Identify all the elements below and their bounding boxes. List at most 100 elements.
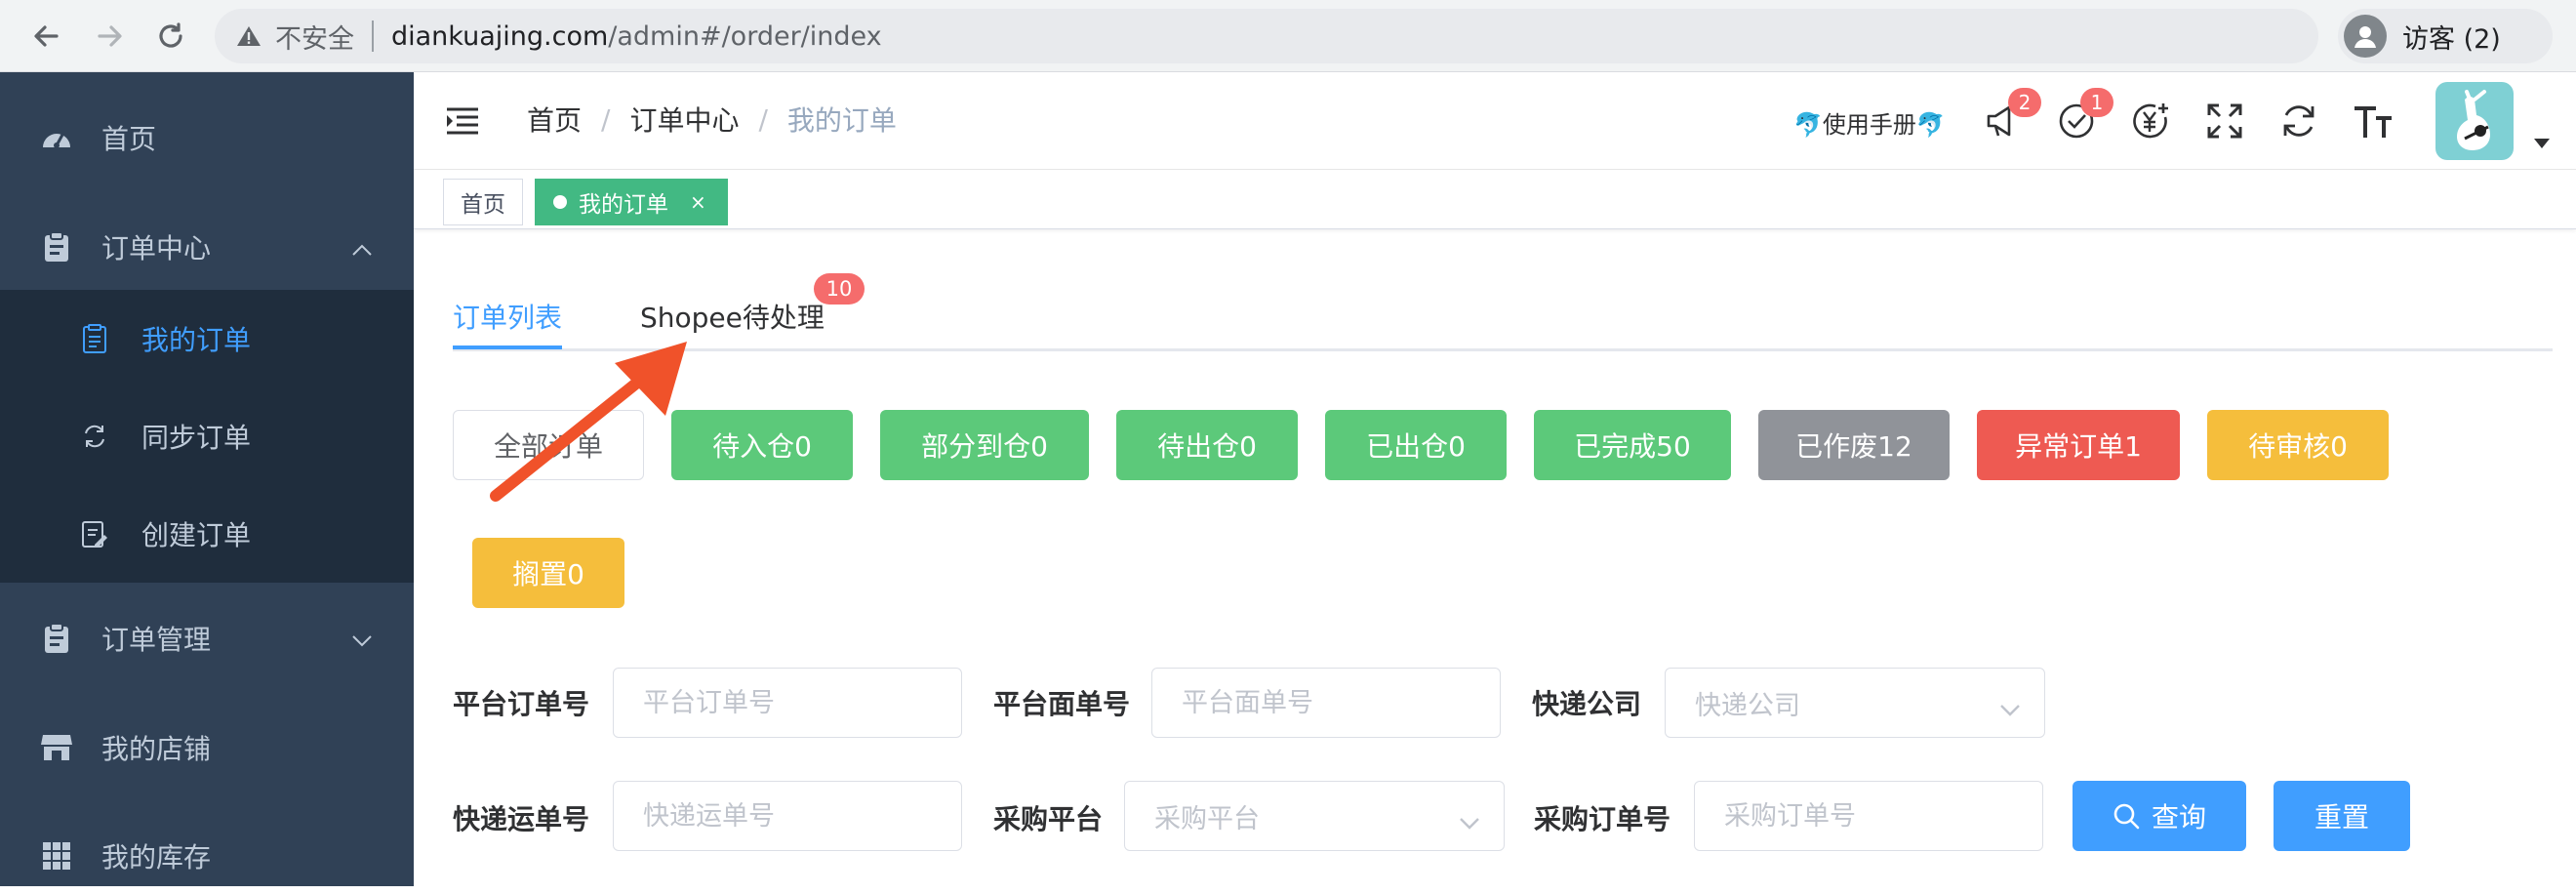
sidebar-item-label: 首页 xyxy=(101,123,157,155)
yuan-plus-icon xyxy=(2133,103,2168,139)
reload-icon xyxy=(159,22,182,48)
arrow-left-icon xyxy=(34,25,59,47)
sidebar-item-create-order[interactable]: 创建订单 xyxy=(0,485,414,583)
chevron-down-icon xyxy=(1459,807,1480,837)
address-bar[interactable]: 不安全 diankuajing.com /admin#/order/index xyxy=(215,9,2318,63)
url-host: diankuajing.com xyxy=(391,20,609,52)
sidebar-item-label: 创建订单 xyxy=(141,519,252,551)
sidebar-item-my-store[interactable]: 我的店铺 xyxy=(0,710,414,786)
sidebar: 首页 订单中心 我的订单 同步订单 创建订单 订单管理 我的店铺 我的库存 xyxy=(0,72,414,886)
sidebar-item-my-inventory[interactable]: 我的库存 xyxy=(0,818,414,894)
pending-outbound-button[interactable]: 待出仓0 xyxy=(1116,410,1298,480)
tab-shopee-pending[interactable]: Shopee待处理 xyxy=(640,297,825,336)
reset-button[interactable]: 重置 xyxy=(2274,781,2410,851)
notification-badge: 2 xyxy=(2008,88,2041,117)
breadcrumb-order-center[interactable]: 订单中心 xyxy=(629,100,739,139)
search-button-label: 查询 xyxy=(2151,801,2206,833)
tag-my-orders[interactable]: 我的订单 × xyxy=(535,179,728,225)
refresh-icon xyxy=(2283,105,2314,137)
tab-order-list[interactable]: 订单列表 xyxy=(453,297,562,336)
notification-button[interactable]: 2 xyxy=(1981,88,2041,144)
purchase-order-input[interactable] xyxy=(1694,781,2043,851)
on-hold-button[interactable]: 搁置0 xyxy=(472,538,624,608)
tracking-number-input[interactable] xyxy=(613,781,962,851)
user-avatar[interactable] xyxy=(2435,82,2514,160)
font-size-button[interactable] xyxy=(2350,98,2396,144)
shopee-pending-badge: 10 xyxy=(814,273,865,305)
profile-button[interactable]: 访客 (2) xyxy=(2338,9,2553,63)
purchase-platform-select[interactable]: 采购平台 xyxy=(1124,781,1505,851)
platform-sheet-input[interactable] xyxy=(1151,668,1501,738)
url-divider xyxy=(372,20,374,52)
fullscreen-icon xyxy=(2207,103,2242,139)
forward-button[interactable] xyxy=(88,14,133,59)
completed-button[interactable]: 已完成50 xyxy=(1534,410,1731,480)
sidebar-item-label: 我的店铺 xyxy=(101,733,212,765)
breadcrumb-separator: / xyxy=(758,102,768,136)
chevron-up-icon xyxy=(351,231,373,264)
recharge-button[interactable] xyxy=(2127,98,2174,144)
sidebar-item-label: 订单管理 xyxy=(101,624,212,656)
fullscreen-button[interactable] xyxy=(2201,98,2248,144)
avatar-illustration-icon xyxy=(2457,90,2490,150)
profile-avatar xyxy=(2344,15,2387,58)
tag-home[interactable]: 首页 xyxy=(443,179,523,225)
back-button[interactable] xyxy=(23,14,68,59)
security-indicator[interactable]: 不安全 xyxy=(236,18,354,56)
courier-select[interactable]: 快递公司 xyxy=(1665,668,2045,738)
sidebar-item-order-management[interactable]: 订单管理 xyxy=(0,600,414,676)
purchase-platform-placeholder: 采购平台 xyxy=(1154,803,1260,834)
edit-document-icon xyxy=(80,519,109,549)
sidebar-item-label: 订单中心 xyxy=(101,232,212,264)
close-icon[interactable]: × xyxy=(690,190,706,214)
breadcrumb-home[interactable]: 首页 xyxy=(527,100,582,139)
refresh-button[interactable] xyxy=(2275,98,2322,144)
sidebar-toggle-button[interactable] xyxy=(445,103,480,139)
warning-icon xyxy=(237,26,261,46)
shipped-button[interactable]: 已出仓0 xyxy=(1325,410,1507,480)
search-button[interactable]: 查询 xyxy=(2073,781,2246,851)
pending-warehouse-button[interactable]: 待入仓0 xyxy=(671,410,853,480)
person-icon xyxy=(2355,26,2376,48)
sidebar-item-label: 同步订单 xyxy=(141,422,252,454)
top-navbar: 首页 / 订单中心 / 我的订单 🐬使用手册🐬 2 1 xyxy=(414,72,2576,170)
platform-sheet-label: 平台面单号 xyxy=(993,688,1131,720)
sync-icon xyxy=(80,422,109,451)
partial-arrival-button[interactable]: 部分到仓0 xyxy=(880,410,1089,480)
search-icon xyxy=(2113,803,2140,830)
abnormal-orders-button[interactable]: 异常订单1 xyxy=(1977,410,2180,480)
platform-order-input[interactable] xyxy=(613,668,962,738)
breadcrumb-current: 我的订单 xyxy=(786,104,897,137)
todo-button[interactable]: 1 xyxy=(2053,88,2113,144)
chevron-down-icon xyxy=(351,623,373,655)
profile-label: 访客 (2) xyxy=(2402,23,2501,55)
tracking-number-label: 快递运单号 xyxy=(453,803,590,835)
caret-down-icon[interactable] xyxy=(2533,135,2551,153)
sidebar-item-my-orders[interactable]: 我的订单 xyxy=(0,290,414,387)
arrow-right-icon xyxy=(98,25,122,47)
sidebar-item-sync-orders[interactable]: 同步订单 xyxy=(0,387,414,485)
sidebar-item-order-center[interactable]: 订单中心 xyxy=(0,209,414,285)
order-center-submenu: 我的订单 同步订单 创建订单 xyxy=(0,290,414,583)
tag-label: 我的订单 xyxy=(579,192,668,218)
grid-icon xyxy=(41,840,72,872)
store-icon xyxy=(41,732,72,763)
todo-badge: 1 xyxy=(2080,88,2113,117)
sidebar-item-home[interactable]: 首页 xyxy=(0,100,414,176)
breadcrumb: 首页 / 订单中心 / 我的订单 xyxy=(527,100,897,139)
menu-fold-icon xyxy=(447,107,478,135)
courier-select-placeholder: 快递公司 xyxy=(1695,690,1800,721)
url-path: /admin#/order/index xyxy=(608,20,882,52)
security-label: 不安全 xyxy=(275,23,354,55)
user-manual-link[interactable]: 🐬使用手册🐬 xyxy=(1793,105,1946,140)
voided-button[interactable]: 已作废12 xyxy=(1758,410,1950,480)
purchase-platform-label: 采购平台 xyxy=(993,803,1104,835)
pending-review-button[interactable]: 待审核0 xyxy=(2207,410,2389,480)
browser-toolbar: 不安全 diankuajing.com /admin#/order/index … xyxy=(0,0,2576,72)
courier-label: 快递公司 xyxy=(1532,688,1642,720)
reload-button[interactable] xyxy=(148,14,193,59)
order-tabs: 订单列表 Shopee待处理 10 xyxy=(453,273,2553,351)
purchase-order-label: 采购订单号 xyxy=(1534,803,1671,835)
text-size-icon xyxy=(2355,106,2392,138)
clipboard-icon xyxy=(41,623,72,654)
